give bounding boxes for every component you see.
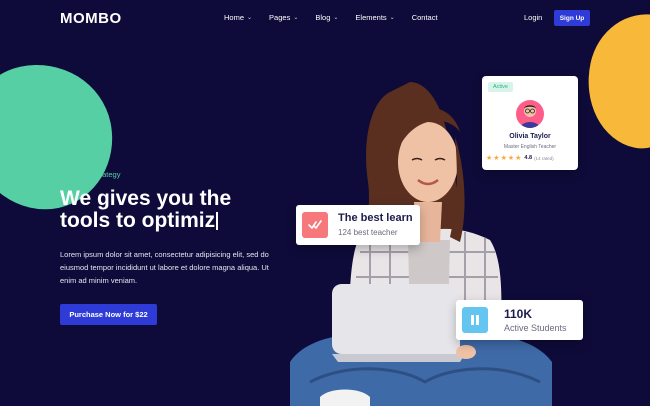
rating-row: ★ ★ ★ ★ ★ 4.8 (14 rated) [486,154,554,162]
nav-item-label: Pages [269,13,291,22]
teacher-name: Olivia Taylor [509,133,551,140]
star-icon: ★ [500,155,507,162]
hero-headline: We gives you the tools to optimiz [60,188,231,232]
purchase-button[interactable]: Purchase Now for $22 [60,304,157,325]
nav-item-blog[interactable]: Blog ⌄ [315,13,338,22]
best-learn-subtitle: 124 best teacher [338,228,398,237]
chevron-down-icon: ⌄ [389,15,395,21]
headline-line-2-text: tools to optimiz [60,209,216,232]
star-icon: ★ [507,155,515,162]
headline-line-2: tools to optimiz [60,210,231,232]
signup-button[interactable]: Sign Up [554,10,590,26]
nav-item-elements[interactable]: Elements ⌄ [355,13,394,22]
star-icon: ★ [486,155,493,162]
teacher-card[interactable]: Active Olivia Taylor Master English Teac… [482,76,578,170]
nav-item-label: Blog [315,13,331,22]
students-count: 110K [504,307,533,321]
chevron-down-icon: ⌄ [333,15,339,21]
nav-item-pages[interactable]: Pages ⌄ [269,13,298,22]
checkmark-icon [302,212,328,238]
typing-cursor [216,212,219,230]
site-logo[interactable]: MOMBO [60,10,122,27]
checkmark-icon-svg [308,220,322,230]
teacher-role: Master English Teacher [503,144,557,150]
best-learn-title: The best learn [338,212,413,224]
login-link[interactable]: Login [524,13,542,22]
nav-item-contact[interactable]: Contact [412,13,438,22]
avatar [516,100,544,128]
nav-item-label: Contact [411,13,438,22]
hero-eyebrow: Business Strategy [60,170,121,179]
nav-item-label: Elements [355,13,387,22]
landing-page: MOMBO Home ⌄ Pages ⌄ Blog ⌄ Elements ⌄ C… [0,0,650,406]
star-icon: ★ [493,155,500,162]
students-label: Active Students [504,323,567,333]
nav-item-label: Home [224,13,245,22]
pause-icon [462,307,488,333]
nav-item-home[interactable]: Home ⌄ [224,13,252,22]
pause-icon-svg [471,315,479,325]
hero-paragraph: Lorem ipsum dolor sit amet, consectetur … [60,250,269,285]
status-badge: Active [488,82,513,92]
star-icon: ★ [515,155,522,162]
chevron-down-icon: ⌄ [293,15,299,21]
rating-value: 4.8 [524,155,533,161]
chevron-down-icon: ⌄ [247,15,253,21]
active-students-card[interactable]: 110K Active Students [456,300,583,340]
rating-count: (14 rated) [534,155,554,161]
avatar-person-icon [520,105,540,128]
main-nav: Home ⌄ Pages ⌄ Blog ⌄ Elements ⌄ Contact [224,13,455,22]
best-learn-card[interactable]: The best learn 124 best teacher [296,205,420,245]
headline-line-1: We gives you the [60,187,232,210]
site-header: MOMBO Home ⌄ Pages ⌄ Blog ⌄ Elements ⌄ C… [0,0,650,36]
